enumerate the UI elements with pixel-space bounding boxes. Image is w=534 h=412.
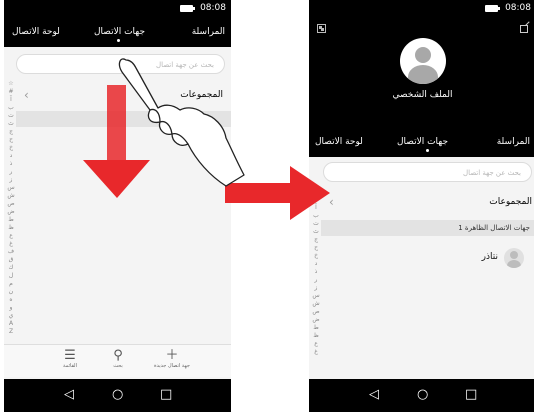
- gesture-overlay: [83, 58, 330, 220]
- swipe-down-arrow-icon: [83, 85, 150, 198]
